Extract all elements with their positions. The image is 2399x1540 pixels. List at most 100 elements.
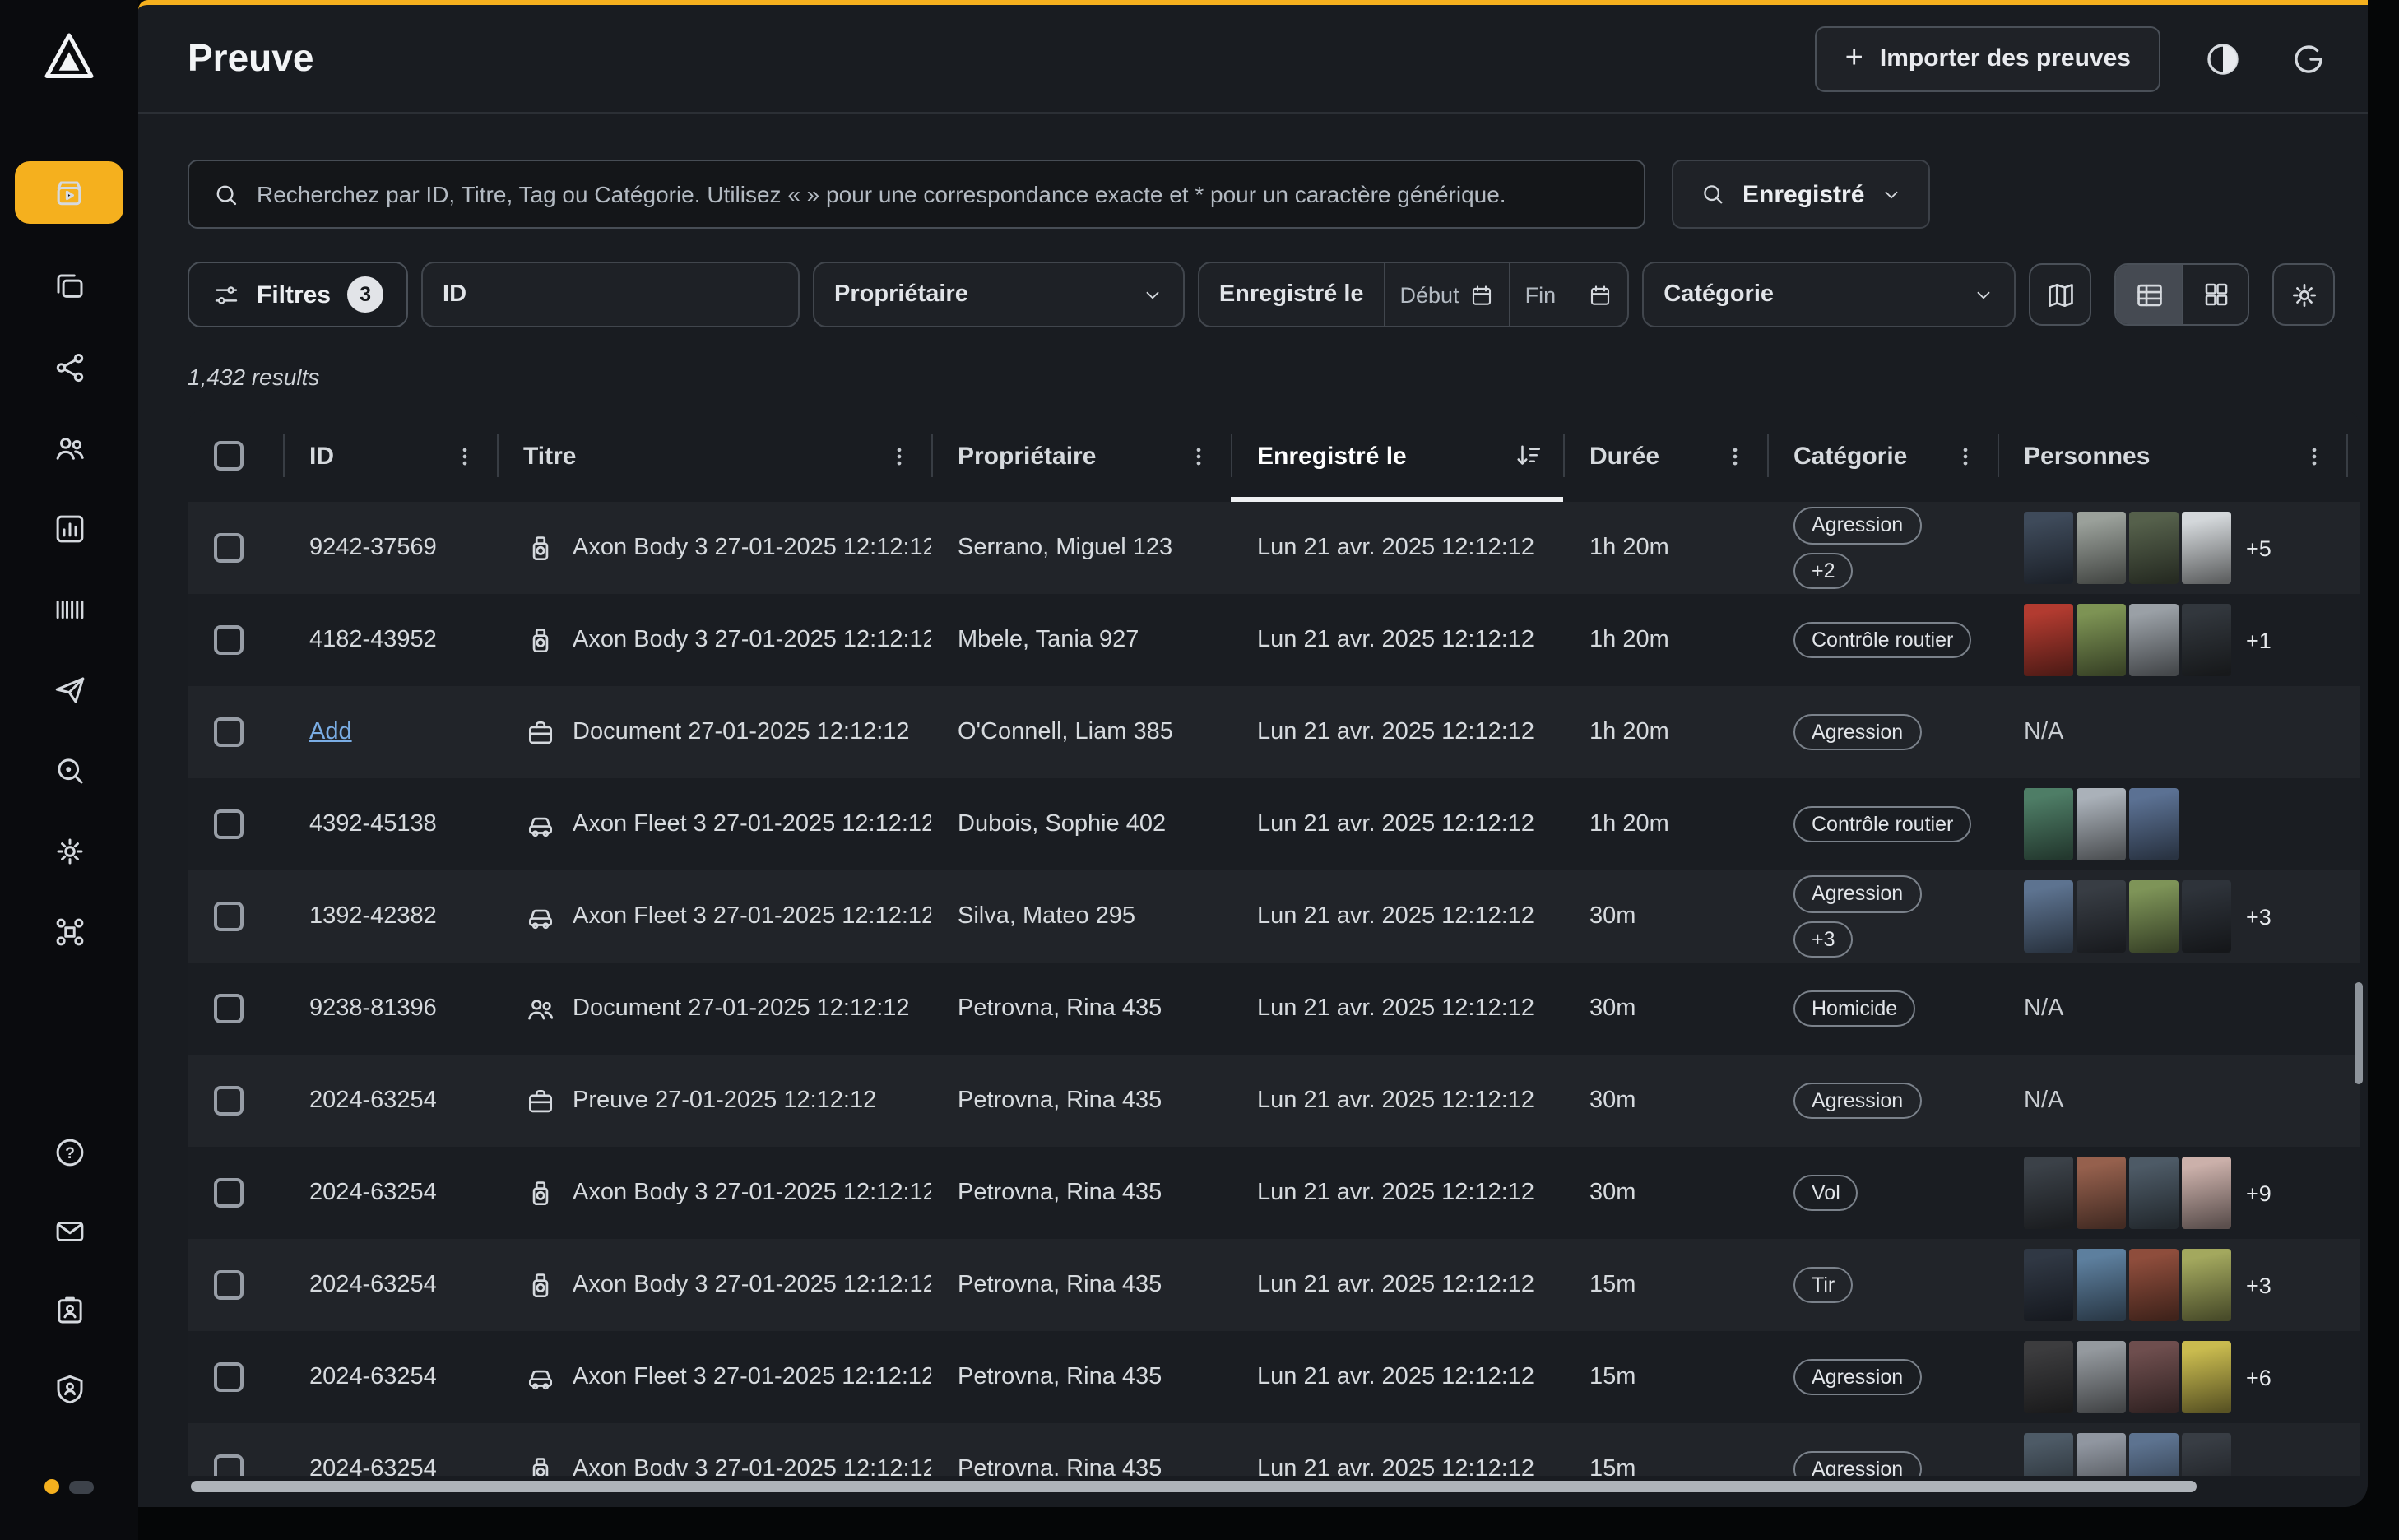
person-thumbnail[interactable]: [2024, 512, 2073, 584]
column-header-clipped[interactable]: N: [2346, 410, 2360, 502]
sidebar-item-cases[interactable]: [51, 268, 87, 304]
table-view-button[interactable]: [2116, 265, 2182, 324]
date-end-input[interactable]: Fin: [1509, 263, 1628, 326]
person-thumbnail[interactable]: [2024, 1249, 2073, 1321]
column-header-title[interactable]: Titre: [497, 410, 931, 502]
column-header-owner[interactable]: Propriétaire: [931, 410, 1231, 502]
vertical-scrollbar[interactable]: [2355, 982, 2363, 1084]
person-thumbnail[interactable]: [2077, 1433, 2126, 1476]
card-view-button[interactable]: [2182, 265, 2248, 324]
sidebar-item-help[interactable]: ?: [51, 1134, 87, 1170]
row-checkbox[interactable]: [214, 1454, 244, 1476]
sidebar-item-analytics[interactable]: [51, 510, 87, 546]
sidebar-item-contacts[interactable]: [51, 1292, 87, 1328]
table-row[interactable]: 2024-63254Axon Body 3 27-01-2025 12:12:1…: [188, 1239, 2360, 1331]
table-settings-button[interactable]: [2272, 263, 2335, 326]
column-menu-icon[interactable]: [1953, 443, 1978, 468]
category-filter-select[interactable]: Catégorie: [1642, 262, 2016, 327]
select-all-checkbox[interactable]: [214, 441, 244, 471]
row-checkbox[interactable]: [214, 994, 244, 1023]
person-thumbnail[interactable]: [2077, 1249, 2126, 1321]
row-checkbox[interactable]: [214, 1178, 244, 1208]
id-filter-input[interactable]: [486, 281, 798, 308]
person-thumbnail[interactable]: [2024, 1433, 2073, 1476]
map-view-button[interactable]: [2029, 263, 2091, 326]
row-checkbox[interactable]: [214, 533, 244, 563]
sidebar-item-evidence-active[interactable]: [15, 161, 123, 224]
person-thumbnail[interactable]: [2077, 1157, 2126, 1229]
table-row[interactable]: 9238-81396Document 27-01-2025 12:12:12Pe…: [188, 962, 2360, 1055]
sidebar-item-command[interactable]: [51, 913, 87, 949]
person-thumbnail[interactable]: [2077, 1341, 2126, 1413]
person-thumbnail[interactable]: [2182, 1433, 2231, 1476]
table-row[interactable]: 4182-43952Axon Body 3 27-01-2025 12:12:1…: [188, 594, 2360, 686]
column-menu-icon[interactable]: [1186, 443, 1211, 468]
table-row[interactable]: 1392-42382Axon Fleet 3 27-01-2025 12:12:…: [188, 870, 2360, 962]
search-input[interactable]: [257, 181, 1621, 207]
table-row[interactable]: 2024-63254Preuve 27-01-2025 12:12:12Petr…: [188, 1055, 2360, 1147]
person-thumbnail[interactable]: [2077, 880, 2126, 953]
person-thumbnail[interactable]: [2024, 788, 2073, 860]
column-menu-icon[interactable]: [2302, 443, 2327, 468]
account-logo-button[interactable]: [2285, 35, 2332, 81]
sidebar-item-search-tools[interactable]: [51, 752, 87, 788]
person-thumbnail[interactable]: [2182, 1341, 2231, 1413]
sidebar-item-integrations[interactable]: [51, 833, 87, 869]
horizontal-scrollbar[interactable]: [191, 1481, 2197, 1492]
person-thumbnail[interactable]: [2129, 1341, 2179, 1413]
column-menu-icon[interactable]: [452, 443, 477, 468]
filters-button[interactable]: Filtres 3: [188, 262, 408, 327]
column-header-id[interactable]: ID: [283, 410, 497, 502]
sort-descending-icon[interactable]: [1514, 441, 1543, 471]
table-row[interactable]: 2024-63254Axon Body 3 27-01-2025 12:12:1…: [188, 1147, 2360, 1239]
column-header-category[interactable]: Catégorie: [1767, 410, 1998, 502]
row-checkbox[interactable]: [214, 809, 244, 839]
column-header-duration[interactable]: Durée: [1563, 410, 1767, 502]
date-start-input[interactable]: Début: [1384, 263, 1509, 326]
row-checkbox[interactable]: [214, 1270, 244, 1300]
person-thumbnail[interactable]: [2182, 604, 2231, 676]
person-thumbnail[interactable]: [2182, 1249, 2231, 1321]
table-row[interactable]: 2024-63254Axon Fleet 3 27-01-2025 12:12:…: [188, 1331, 2360, 1423]
theme-contrast-toggle[interactable]: [2200, 35, 2246, 81]
sidebar-item-security[interactable]: [51, 1371, 87, 1407]
person-thumbnail[interactable]: [2024, 880, 2073, 953]
person-thumbnail[interactable]: [2182, 880, 2231, 953]
row-checkbox[interactable]: [214, 625, 244, 655]
person-thumbnail[interactable]: [2129, 1157, 2179, 1229]
row-checkbox[interactable]: [214, 1086, 244, 1116]
person-thumbnail[interactable]: [2077, 512, 2126, 584]
column-menu-icon[interactable]: [1723, 443, 1747, 468]
person-thumbnail[interactable]: [2182, 1157, 2231, 1229]
saved-searches-button[interactable]: Enregistré: [1672, 160, 1930, 229]
table-row[interactable]: AddDocument 27-01-2025 12:12:12O'Connell…: [188, 686, 2360, 778]
person-thumbnail[interactable]: [2129, 604, 2179, 676]
sidebar-page-dots[interactable]: [44, 1479, 94, 1494]
sidebar-item-dispatch[interactable]: [51, 671, 87, 707]
column-menu-icon[interactable]: [887, 443, 912, 468]
person-thumbnail[interactable]: [2024, 1157, 2073, 1229]
row-checkbox[interactable]: [214, 1362, 244, 1392]
person-thumbnail[interactable]: [2077, 788, 2126, 860]
person-thumbnail[interactable]: [2024, 604, 2073, 676]
person-thumbnail[interactable]: [2129, 788, 2179, 860]
import-evidence-button[interactable]: + Importer des preuves: [1816, 26, 2160, 91]
person-thumbnail[interactable]: [2129, 880, 2179, 953]
person-thumbnail[interactable]: [2024, 1341, 2073, 1413]
person-thumbnail[interactable]: [2129, 1249, 2179, 1321]
sidebar-item-people[interactable]: [51, 429, 87, 466]
person-thumbnail[interactable]: [2182, 512, 2231, 584]
sidebar-item-workflows[interactable]: [51, 349, 87, 385]
table-row[interactable]: 2024-63254Axon Body 3 27-01-2025 12:12:1…: [188, 1423, 2360, 1476]
row-checkbox[interactable]: [214, 717, 244, 747]
column-header-people[interactable]: Personnes: [1998, 410, 2346, 502]
add-id-link[interactable]: Add: [309, 719, 352, 745]
person-thumbnail[interactable]: [2129, 1433, 2179, 1476]
owner-filter-select[interactable]: Propriétaire: [813, 262, 1185, 327]
row-checkbox[interactable]: [214, 902, 244, 931]
sidebar-item-messages[interactable]: [51, 1213, 87, 1249]
person-thumbnail[interactable]: [2129, 512, 2179, 584]
table-row[interactable]: 9242-37569Axon Body 3 27-01-2025 12:12:1…: [188, 502, 2360, 594]
person-thumbnail[interactable]: [2077, 604, 2126, 676]
table-row[interactable]: 4392-45138Axon Fleet 3 27-01-2025 12:12:…: [188, 778, 2360, 870]
